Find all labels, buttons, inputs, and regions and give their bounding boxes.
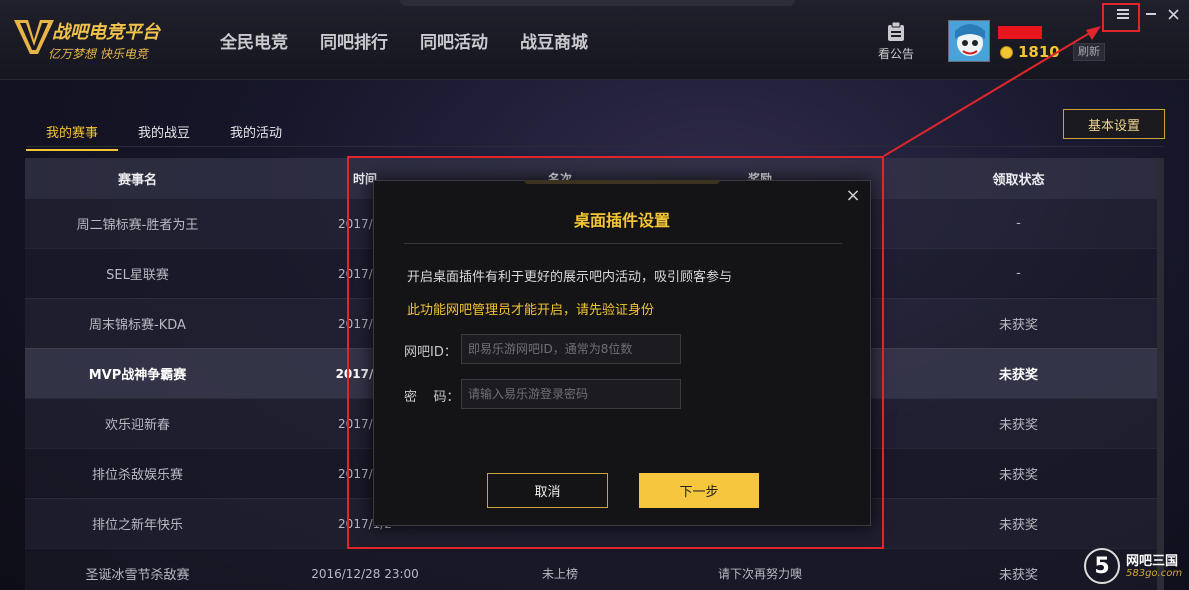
- match-name-cell: 排位之新年快乐: [91, 518, 183, 533]
- match-status-cell: 未获奖: [998, 318, 1038, 333]
- refresh-button[interactable]: 刷新: [1073, 43, 1105, 61]
- match-reward-cell: 请下次再努力噢: [717, 567, 802, 581]
- notice-label: 看公告: [877, 47, 914, 61]
- match-name-cell: 排位杀敌娱乐赛: [91, 468, 183, 483]
- top-header: 战吧电竞平台 亿万梦想 快乐电竞 全民电竞 同吧排行 同吧活动 战豆商城 看公告…: [0, 0, 1189, 80]
- app-logo: 战吧电竞平台 亿万梦想 快乐电竞: [12, 12, 182, 64]
- logo-title: 战吧电竞平台: [52, 22, 160, 43]
- annotation-menu-highlight: [1102, 3, 1140, 32]
- header-notch: [400, 0, 795, 6]
- table-scrollbar[interactable]: [1157, 158, 1164, 590]
- match-status-cell: -: [1016, 216, 1021, 231]
- table-row: 圣诞冰雪节杀敌赛 2016/12/28 23:00 未上榜 请下次再努力噢 未获奖: [25, 548, 1157, 590]
- username-redacted: [998, 26, 1042, 39]
- nav-item-cafe-ranking[interactable]: 同吧排行: [320, 28, 388, 53]
- notice-button[interactable]: 看公告: [876, 22, 916, 62]
- logo-slogan: 亿万梦想 快乐电竞: [48, 47, 148, 61]
- close-icon[interactable]: [1160, 4, 1186, 24]
- watermark-name: 网吧三国: [1126, 554, 1179, 569]
- match-status-cell: 未获奖: [998, 518, 1038, 533]
- match-name-cell: MVP战神争霸赛: [88, 368, 187, 383]
- match-time-cell: 2016/12/28 23:00: [311, 566, 419, 581]
- match-name-cell: 欢乐迎新春: [104, 418, 170, 433]
- nav-item-cafe-activities[interactable]: 同吧活动: [420, 28, 488, 53]
- avatar-image: [949, 21, 989, 61]
- site-watermark: 5 网吧三国 583go.com: [1084, 548, 1189, 590]
- coin-balance: 1810: [1000, 43, 1060, 61]
- match-name-cell: 圣诞冰雪节杀敌赛: [85, 568, 190, 583]
- tab-divider: [26, 146, 1164, 147]
- match-name-cell: 周二锦标赛-胜者为王: [76, 218, 199, 233]
- match-status-cell: -: [1016, 266, 1021, 281]
- match-rank-cell: 未上榜: [541, 567, 578, 581]
- nav-item-bean-store[interactable]: 战豆商城: [520, 28, 588, 53]
- annotation-dialog-highlight: [347, 156, 884, 549]
- match-status-cell: 未获奖: [998, 368, 1038, 383]
- avatar[interactable]: [948, 20, 990, 62]
- nav-item-national-esports[interactable]: 全民电竞: [220, 28, 288, 53]
- main-nav: 全民电竞 同吧排行 同吧活动 战豆商城: [220, 28, 588, 53]
- coin-value: 1810: [1018, 43, 1060, 61]
- col-header-name: 赛事名: [117, 172, 157, 188]
- watermark-url: 583go.com: [1126, 568, 1183, 579]
- match-name-cell: SEL星联赛: [106, 268, 169, 283]
- basic-settings-button[interactable]: 基本设置: [1063, 109, 1165, 139]
- clipboard-icon: [888, 22, 904, 41]
- match-status-cell: 未获奖: [998, 418, 1038, 433]
- col-header-status: 领取状态: [992, 172, 1045, 188]
- match-name-cell: 周末锦标赛-KDA: [89, 318, 186, 333]
- match-status-cell: 未获奖: [998, 468, 1038, 483]
- coin-icon: [1000, 45, 1013, 59]
- watermark-badge: 5: [1084, 548, 1120, 584]
